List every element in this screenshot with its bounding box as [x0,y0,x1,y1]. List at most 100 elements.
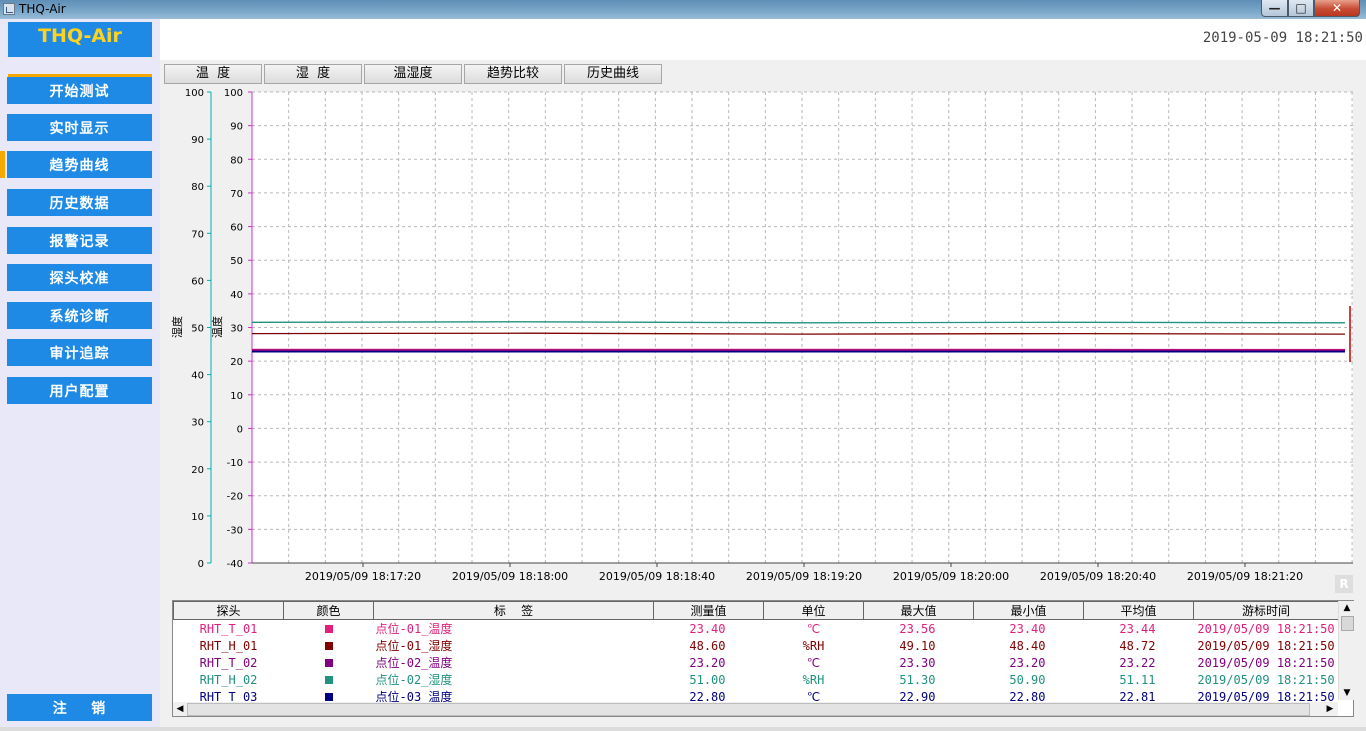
probe-cell: RHT_H_01 [199,638,258,653]
x-tick-label: 2019/05/09 18:17:20 [305,570,421,583]
time-cell: 2019/05/09 18:21:50 [1197,672,1335,687]
color-swatch [324,642,333,650]
col-header-tag[interactable]: 标 签 [373,601,654,620]
humidity-tick-label: 40 [191,371,204,382]
nav-trend-curve[interactable]: 趋势曲线 [7,151,152,178]
humidity-axis-label: 湿度 [170,316,184,338]
color-swatch [324,676,333,684]
color-swatch [324,659,333,667]
color-cell [284,671,374,688]
col-header-probe[interactable]: 探头 [173,601,284,620]
temperature-tick-label: -40 [227,559,243,570]
table-row[interactable]: RHT_H_01 点位-01_湿度 48.60 %RH 49.10 48.40 48.72 2… [174,637,1339,654]
value-cell: 48.60 [689,638,726,653]
nav-start-test[interactable]: 开始测试 [7,77,152,104]
unit-cell: ℃ [806,655,821,670]
col-header-max[interactable]: 最大值 [863,601,974,620]
temperature-tick-label: 50 [230,256,243,267]
nav-user-config[interactable]: 用户配置 [7,377,152,404]
x-tick-label: 2019/05/09 18:19:20 [746,570,862,583]
minimize-button[interactable]: — [1261,0,1288,17]
close-icon: ✕ [1331,1,1343,15]
logo-text: THQ-Air [38,25,122,47]
trend-chart: 0 10 20 30 40 50 60 70 80 90 100 湿度 -40 -30 -20 -10 0 10 2… [170,88,1353,583]
table-horizontal-scrollbar[interactable]: ◀ ▶ [173,702,1338,716]
color-cell [284,654,374,671]
tab-history-curve[interactable]: 历史曲线 [564,64,662,84]
probe-cell: RHT_T_02 [199,655,258,670]
tab-trend-compare[interactable]: 趋势比较 [464,64,562,84]
value-cell: 23.20 [689,655,726,670]
avg-cell: 48.72 [1119,638,1156,653]
nav-realtime[interactable]: 实时显示 [7,114,152,141]
table-row[interactable]: RHT_T_02 点位-02_温度 23.20 ℃ 23.30 23.20 23.22 201… [174,654,1339,671]
x-tick-label: 2019/05/09 18:20:00 [893,570,1009,583]
nav-probe-calibration[interactable]: 探头校准 [7,264,152,291]
tag-cell: 点位-01_湿度 [375,639,453,653]
nav-audit-trail[interactable]: 审计追踪 [7,339,152,366]
col-header-value[interactable]: 测量值 [653,601,764,620]
temperature-tick-label: 40 [230,290,243,301]
table-row[interactable]: RHT_H_02 点位-02_湿度 51.00 %RH 51.30 50.90 51.11 2… [174,671,1339,688]
col-header-color[interactable]: 颜色 [283,601,374,620]
close-button[interactable]: ✕ [1314,0,1360,17]
unit-cell: ℃ [806,621,821,636]
tab-humidity[interactable]: 湿 度 [264,64,362,84]
max-cell: 49.10 [899,638,936,653]
color-swatch [324,625,333,633]
window-titlebar: THQ-Air — □ ✕ [0,0,1366,19]
scroll-thumb[interactable] [1341,616,1354,631]
humidity-tick-label: 70 [191,229,204,240]
tab-temperature[interactable]: 温 度 [164,64,262,84]
x-tick-label: 2019/05/09 18:20:40 [1040,570,1156,583]
refresh-badge[interactable]: R [1335,575,1353,593]
x-tick-label: 2019/05/09 18:18:00 [452,570,568,583]
app-logo: THQ-Air [8,22,152,57]
humidity-tick-label: 90 [191,135,204,146]
unit-cell: %RH [802,672,825,687]
maximize-button[interactable]: □ [1288,0,1314,17]
humidity-tick-label: 60 [191,276,204,287]
nav-history-data[interactable]: 历史数据 [7,189,152,216]
window-title: THQ-Air [19,2,66,16]
temperature-tick-label: 100 [224,88,243,99]
avg-cell: 51.11 [1119,672,1156,687]
temperature-tick-label: 70 [230,189,243,200]
nav-alarm-record[interactable]: 报警记录 [7,227,152,254]
temperature-tick-label: 10 [230,391,243,402]
value-cell: 23.40 [689,621,726,636]
color-swatch [324,693,333,701]
app-icon [3,3,15,15]
value-cell: 51.00 [689,672,726,687]
scroll-down-icon[interactable]: ▼ [1339,686,1355,700]
minimize-icon: — [1268,1,1281,15]
avg-cell: 23.22 [1119,655,1156,670]
table-row[interactable]: RHT_T_01 点位-01_温度 23.40 ℃ 23.56 23.40 23.44 201… [174,620,1339,638]
scroll-thumb-horizontal[interactable] [187,703,1310,716]
col-header-unit[interactable]: 单位 [763,601,864,620]
scroll-left-icon[interactable]: ◀ [173,702,187,716]
col-header-min[interactable]: 最小值 [973,601,1084,620]
temperature-tick-label: 90 [230,122,243,133]
col-header-cursor-time[interactable]: 游标时间 [1193,601,1339,620]
tag-cell: 点位-01_温度 [375,622,453,636]
table-vertical-scrollbar[interactable]: ▲ ▼ [1338,601,1355,700]
color-cell [284,637,374,654]
humidity-tick-label: 80 [191,182,204,193]
probe-cell: RHT_T_01 [199,621,258,636]
temperature-tick-label: 60 [230,223,243,234]
col-header-avg[interactable]: 平均值 [1083,601,1194,620]
min-cell: 23.20 [1009,655,1046,670]
probe-table-container: 探头 颜色 标 签 测量值 单位 最大值 最小值 平均值 游标时间 RHT_T_… [172,600,1354,717]
current-datetime: 2019-05-09 18:21:50 [1202,30,1363,46]
time-cell: 2019/05/09 18:21:50 [1197,638,1335,653]
scroll-right-icon[interactable]: ▶ [1323,702,1337,716]
table-header-row: 探头 颜色 标 签 测量值 单位 最大值 最小值 平均值 游标时间 [173,601,1339,620]
temperature-tick-label: 0 [237,424,243,435]
logout-button[interactable]: 注 销 [7,694,152,721]
time-cell: 2019/05/09 18:21:50 [1197,655,1335,670]
tab-temp-humidity[interactable]: 温湿度 [364,64,462,84]
nav-system-diagnosis[interactable]: 系统诊断 [7,302,152,329]
tag-cell: 点位-02_湿度 [375,673,453,687]
scroll-up-icon[interactable]: ▲ [1339,601,1355,615]
